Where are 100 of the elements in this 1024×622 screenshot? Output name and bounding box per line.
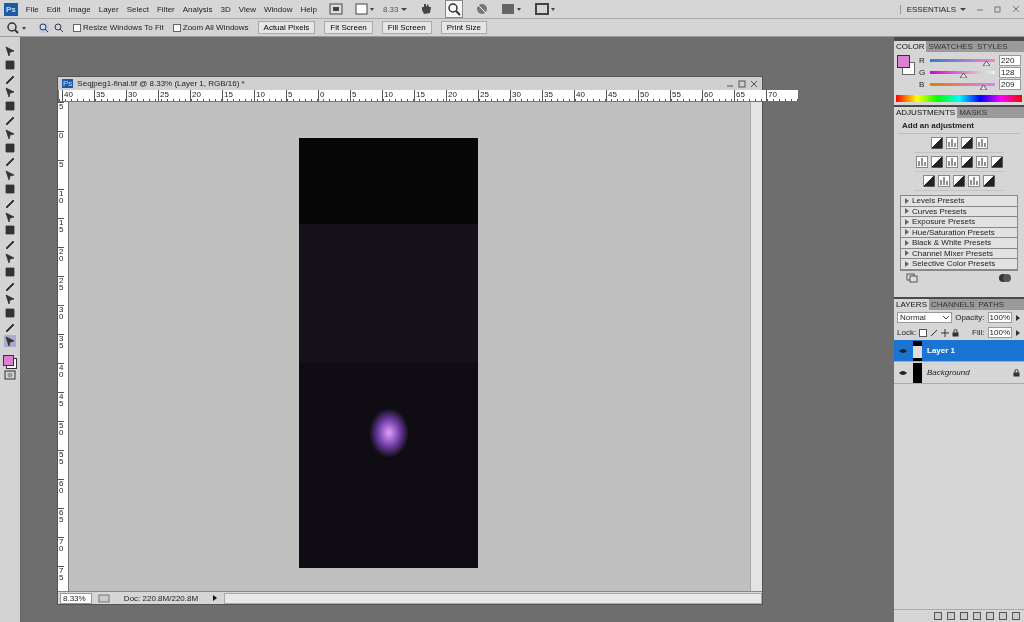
menu-item[interactable]: Help xyxy=(300,4,317,14)
checkbox-icon[interactable] xyxy=(73,23,81,32)
ruler-label: 0 xyxy=(318,90,350,101)
menu-item[interactable]: 3D xyxy=(220,4,231,14)
panel-tab[interactable]: SWATCHES xyxy=(926,41,975,52)
adjustment-icon[interactable] xyxy=(930,156,943,168)
panel-tab[interactable]: PATHS xyxy=(976,299,1007,310)
panel-tab[interactable]: MASKS xyxy=(957,107,990,118)
quick-mask-icon[interactable] xyxy=(4,370,16,381)
menu-item[interactable]: Edit xyxy=(46,4,61,14)
eye-icon[interactable] xyxy=(898,368,908,377)
scrollbar[interactable] xyxy=(224,592,762,604)
caret-icon xyxy=(960,6,966,12)
menu-item[interactable]: Select xyxy=(126,4,149,14)
option-button[interactable]: Fit Screen xyxy=(324,21,373,34)
preset-list-item[interactable]: Black & White Presets xyxy=(901,238,1017,249)
checkbox-icon[interactable] xyxy=(172,23,181,32)
adjustment-icon[interactable] xyxy=(960,156,973,168)
preset-list-item[interactable]: Exposure Presets xyxy=(901,217,1017,228)
preset-list-item[interactable]: Selective Color Presets xyxy=(901,259,1017,270)
layer-thumbnail xyxy=(913,340,922,361)
adjustment-icon[interactable] xyxy=(930,137,943,149)
screen-mode-icon[interactable] xyxy=(354,3,375,15)
zoom-out-icon[interactable] xyxy=(54,22,64,33)
layer-name: Layer 1 xyxy=(927,346,956,355)
channel-value-field[interactable]: 209 xyxy=(999,79,1021,90)
bridge-icon[interactable] xyxy=(328,3,343,15)
adjustment-icon[interactable] xyxy=(923,175,935,187)
menu-item[interactable]: Filter xyxy=(156,4,175,14)
restore-icon[interactable] xyxy=(738,79,746,88)
layer-row[interactable]: Background xyxy=(894,362,1024,384)
menu-item[interactable]: Analysis xyxy=(182,4,213,14)
adjustment-icon[interactable] xyxy=(990,156,1003,168)
preset-list-item[interactable]: Hue/Saturation Presets xyxy=(901,227,1017,238)
opacity-field[interactable]: 100% xyxy=(987,312,1012,323)
zoom-level-field[interactable]: 8.33% xyxy=(60,592,92,604)
menu-item[interactable]: Image xyxy=(68,4,91,14)
channel-label: R xyxy=(919,56,926,65)
option-button[interactable]: Fill Screen xyxy=(381,21,432,34)
screen-icon[interactable] xyxy=(535,3,558,15)
lock-icon[interactable] xyxy=(952,328,960,337)
close-icon[interactable] xyxy=(750,79,758,88)
chevron-down-icon xyxy=(943,315,950,320)
preset-list-item[interactable]: Curves Presets xyxy=(901,206,1017,217)
preset-list-item[interactable]: Channel Mixer Presets xyxy=(901,248,1017,259)
ruler-label: 35 xyxy=(94,90,126,101)
checkbox-option[interactable]: Resize Windows To Fit xyxy=(73,23,164,32)
ruler-label: 15 xyxy=(58,218,64,247)
channel-value-field[interactable]: 128 xyxy=(999,67,1021,78)
panel-tab[interactable]: STYLES xyxy=(974,41,1010,52)
checkbox-option[interactable]: Zoom All Windows xyxy=(172,23,249,32)
zoom-dropdown[interactable]: 8.33 xyxy=(382,4,408,14)
ruler-label: 20 xyxy=(446,90,478,101)
channel-value-field[interactable]: 220 xyxy=(999,55,1021,66)
move-icon[interactable] xyxy=(941,328,950,337)
panel-tab[interactable]: CHANNELS xyxy=(929,299,977,310)
ruler-label: 65 xyxy=(734,90,766,101)
ruler-label: 60 xyxy=(58,479,64,508)
opacity-label: Opacity: xyxy=(955,313,985,322)
fill-field[interactable]: 100% xyxy=(987,327,1012,338)
ruler-label: 40 xyxy=(574,90,606,101)
panel-tab[interactable]: COLOR xyxy=(894,41,927,52)
clip-icon[interactable] xyxy=(998,272,1012,283)
zoom-in-icon[interactable] xyxy=(39,22,49,33)
adjustment-icon[interactable] xyxy=(960,137,973,149)
ruler-label: 40 xyxy=(62,90,94,101)
menu-item[interactable]: File xyxy=(25,4,39,14)
hand-icon[interactable] xyxy=(419,2,434,16)
app-logo: Ps xyxy=(4,2,18,16)
color-swatches[interactable] xyxy=(3,354,17,369)
document-icon: Ps xyxy=(62,79,74,88)
option-button[interactable]: Actual Pixels xyxy=(257,21,316,34)
layer-row[interactable]: Layer 1 xyxy=(894,340,1024,362)
blend-mode-dropdown[interactable]: Normal xyxy=(897,312,953,323)
preset-list-item[interactable]: Levels Presets xyxy=(901,196,1017,207)
status-menu-icon[interactable] xyxy=(212,594,218,602)
panel-tab[interactable]: ADJUSTMENTS xyxy=(894,107,958,118)
channel-label: B xyxy=(919,80,926,89)
layers-icon[interactable] xyxy=(906,272,918,283)
adjustment-icon[interactable] xyxy=(983,175,995,187)
option-button[interactable]: Print Size xyxy=(440,21,487,34)
scrollbar[interactable] xyxy=(750,102,762,591)
move-tool-icon[interactable] xyxy=(4,45,16,57)
ruler-label: 5 xyxy=(286,90,318,101)
zoom-icon[interactable] xyxy=(445,0,464,18)
close-icon[interactable] xyxy=(1012,5,1020,13)
brush-icon[interactable] xyxy=(930,328,939,337)
menu-item[interactable]: Layer xyxy=(98,4,119,14)
ruler-label: 50 xyxy=(638,90,670,101)
ruler-label: 5 xyxy=(58,160,64,189)
lock-pixels-icon[interactable] xyxy=(919,328,928,337)
ruler-label: 55 xyxy=(58,450,64,479)
color-spectrum[interactable] xyxy=(896,95,1022,102)
panel-tab[interactable]: LAYERS xyxy=(894,299,929,310)
workspace-dropdown[interactable]: ESSENTIALS xyxy=(899,4,966,14)
menu-item[interactable]: View xyxy=(238,4,256,14)
menu-item[interactable]: Window xyxy=(264,4,293,14)
color-swatches[interactable] xyxy=(897,55,915,75)
ruler-label: 10 xyxy=(254,90,286,101)
adjustment-icon[interactable] xyxy=(953,175,965,187)
